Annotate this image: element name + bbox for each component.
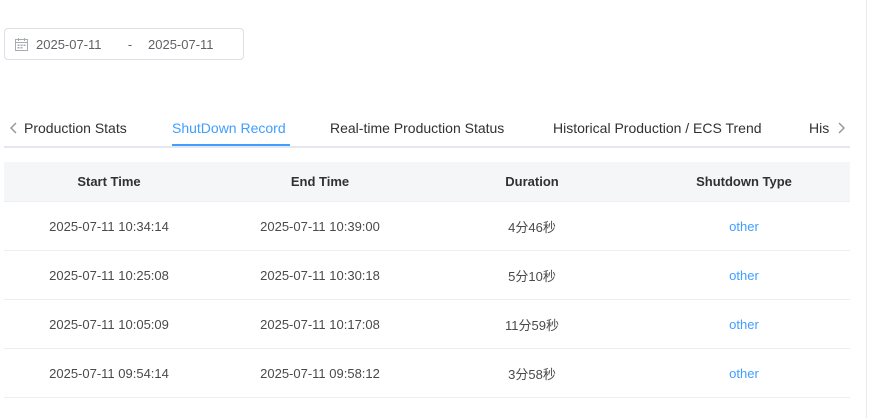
shutdown-type-link[interactable]: other bbox=[729, 317, 759, 332]
cell-end-time: 2025-07-11 09:58:12 bbox=[260, 365, 380, 381]
date-separator: - bbox=[127, 36, 133, 52]
column-header-end-time[interactable]: End Time bbox=[214, 174, 426, 189]
end-date-input[interactable]: 2025-07-11 bbox=[148, 37, 228, 52]
tab-historical-production-ecs-trend[interactable]: Historical Production / ECS Trend bbox=[553, 110, 762, 146]
table-row: 2025-07-11 10:25:08 2025-07-11 10:30:18 … bbox=[4, 251, 850, 300]
cell-end-time: 2025-07-11 10:30:18 bbox=[260, 267, 380, 283]
table-row: 2025-07-11 10:05:09 2025-07-11 10:17:08 … bbox=[4, 300, 850, 349]
cell-duration: 11分59秒 bbox=[505, 317, 559, 333]
tab-realtime-production-status[interactable]: Real-time Production Status bbox=[330, 110, 504, 146]
cell-duration: 5分10秒 bbox=[508, 268, 556, 284]
table-header: Start Time End Time Duration Shutdown Ty… bbox=[4, 162, 850, 202]
cell-start-time: 2025-07-11 09:54:14 bbox=[49, 365, 169, 381]
shutdown-record-table: Start Time End Time Duration Shutdown Ty… bbox=[4, 162, 850, 398]
cell-end-time: 2025-07-11 10:17:08 bbox=[260, 316, 380, 332]
table-row: 2025-07-11 10:34:14 2025-07-11 10:39:00 … bbox=[4, 202, 850, 251]
shutdown-type-link[interactable]: other bbox=[729, 219, 759, 234]
table-row: 2025-07-11 09:54:14 2025-07-11 09:58:12 … bbox=[4, 349, 850, 398]
chevron-right-icon[interactable] bbox=[833, 118, 849, 138]
column-header-duration[interactable]: Duration bbox=[426, 174, 638, 189]
panel-divider bbox=[866, 0, 867, 418]
shutdown-type-link[interactable]: other bbox=[729, 366, 759, 381]
calendar-icon bbox=[15, 37, 28, 51]
start-date-input[interactable]: 2025-07-11 bbox=[36, 37, 112, 52]
shutdown-type-link[interactable]: other bbox=[729, 268, 759, 283]
tab-bar: Production Stats ShutDown Record Real-ti… bbox=[4, 110, 850, 148]
cell-start-time: 2025-07-11 10:25:08 bbox=[49, 267, 169, 283]
tab-his[interactable]: His bbox=[809, 110, 831, 146]
cell-duration: 4分46秒 bbox=[508, 219, 556, 235]
column-header-start-time[interactable]: Start Time bbox=[4, 174, 214, 189]
cell-start-time: 2025-07-11 10:34:14 bbox=[49, 218, 169, 234]
column-header-shutdown-type[interactable]: Shutdown Type bbox=[638, 174, 850, 189]
chevron-left-icon[interactable] bbox=[6, 118, 22, 138]
date-range-picker[interactable]: 2025-07-11 - 2025-07-11 bbox=[4, 28, 244, 60]
tab-shutdown-record[interactable]: ShutDown Record bbox=[172, 110, 286, 146]
cell-duration: 3分58秒 bbox=[508, 366, 556, 382]
tab-production-stats[interactable]: Production Stats bbox=[24, 110, 127, 146]
active-tab-indicator bbox=[172, 144, 290, 146]
cell-end-time: 2025-07-11 10:39:00 bbox=[260, 218, 380, 234]
cell-start-time: 2025-07-11 10:05:09 bbox=[49, 316, 169, 332]
